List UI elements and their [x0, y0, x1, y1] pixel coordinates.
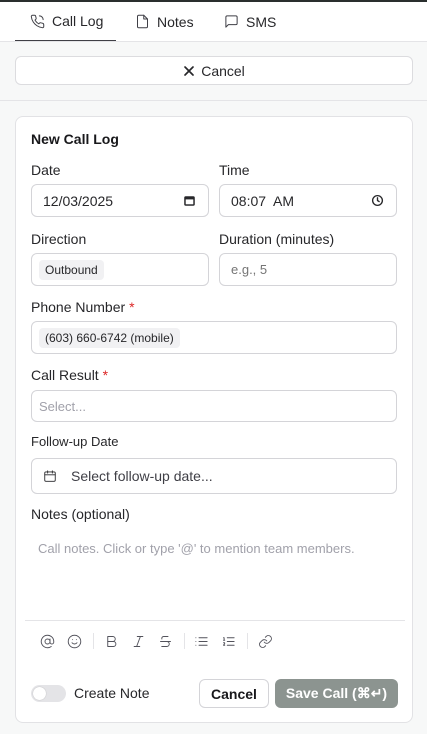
phone-icon [30, 14, 45, 28]
toolbar-separator [184, 633, 185, 649]
tab-call-log[interactable]: Call Log [15, 2, 116, 41]
toolbar-separator [247, 633, 248, 649]
date-input[interactable]: 12/03/2025 [31, 184, 209, 217]
required-marker: * [102, 367, 109, 383]
cancel-label: Cancel [201, 62, 245, 79]
numbered-list-icon [222, 636, 235, 646]
direction-chip: Outbound [39, 259, 104, 280]
create-note-label: Create Note [74, 685, 150, 701]
clock-icon[interactable] [371, 194, 384, 207]
call-result-label-text: Call Result [31, 367, 99, 383]
followup-date-picker[interactable]: Select follow-up date... [31, 458, 397, 494]
new-call-log-card: New Call Log Date 12/03/2025 Time 08:07 … [15, 116, 413, 723]
bullet-list-icon [194, 636, 208, 646]
link-icon [258, 634, 272, 648]
tab-label: SMS [246, 13, 277, 30]
numbered-list-button[interactable] [220, 633, 236, 649]
bold-button[interactable] [103, 633, 119, 649]
followup-placeholder: Select follow-up date... [71, 468, 213, 484]
time-input[interactable]: 08:07 AM [219, 184, 397, 217]
followup-label: Follow-up Date [31, 434, 119, 449]
tab-label: Call Log [52, 13, 104, 29]
mention-button[interactable] [39, 633, 55, 649]
direction-label: Direction [31, 231, 87, 247]
phone-chip: (603) 660-6742 (mobile) [39, 327, 180, 348]
duration-input[interactable] [219, 253, 397, 286]
save-call-button[interactable]: Save Call (⌘↵) [275, 679, 398, 708]
call-result-placeholder: Select... [39, 398, 86, 414]
form-title: New Call Log [31, 131, 119, 147]
strikethrough-icon [159, 635, 171, 647]
tab-label: Notes [157, 13, 194, 30]
phone-select[interactable]: (603) 660-6742 (mobile) [31, 321, 397, 354]
cancel-log-button[interactable]: Cancel [15, 56, 413, 85]
emoji-button[interactable] [66, 633, 82, 649]
italic-button[interactable] [130, 633, 146, 649]
strikethrough-button[interactable] [157, 633, 173, 649]
phone-label: Phone Number * [31, 299, 135, 315]
direction-select[interactable]: Outbound [31, 253, 209, 286]
tab-bar: Call Log Notes SMS [0, 2, 427, 42]
italic-icon [133, 635, 143, 647]
call-result-select[interactable]: Select... [31, 390, 397, 422]
duration-label: Duration (minutes) [219, 231, 335, 247]
tab-notes[interactable]: Notes [135, 2, 194, 41]
notes-placeholder: Call notes. Click or type '@' to mention… [38, 541, 355, 556]
call-result-label: Call Result * [31, 367, 108, 383]
date-value: 12/03/2025 [43, 192, 114, 209]
calendar-icon[interactable] [183, 194, 196, 207]
notes-editor[interactable]: Call notes. Click or type '@' to mention… [25, 529, 405, 617]
notes-label: Notes (optional) [31, 506, 130, 522]
date-label: Date [31, 162, 61, 178]
message-icon [225, 15, 238, 28]
time-value: 08:07 AM [231, 192, 295, 209]
bold-icon [106, 635, 116, 647]
create-note-toggle[interactable] [31, 685, 66, 702]
tab-sms[interactable]: SMS [224, 2, 276, 41]
calendar-icon [44, 470, 56, 482]
at-icon [40, 634, 54, 648]
link-button[interactable] [257, 633, 273, 649]
x-icon [184, 65, 195, 76]
section-divider [0, 100, 427, 101]
cancel-button[interactable]: Cancel [199, 679, 269, 708]
time-label: Time [219, 162, 250, 178]
toolbar-separator [93, 633, 94, 649]
required-marker: * [129, 299, 135, 315]
editor-toolbar-divider [25, 620, 405, 621]
toggle-knob [33, 687, 46, 700]
phone-label-text: Phone Number [31, 299, 126, 315]
bullet-list-button[interactable] [193, 633, 209, 649]
emoji-icon [67, 634, 81, 648]
file-icon [137, 14, 148, 29]
